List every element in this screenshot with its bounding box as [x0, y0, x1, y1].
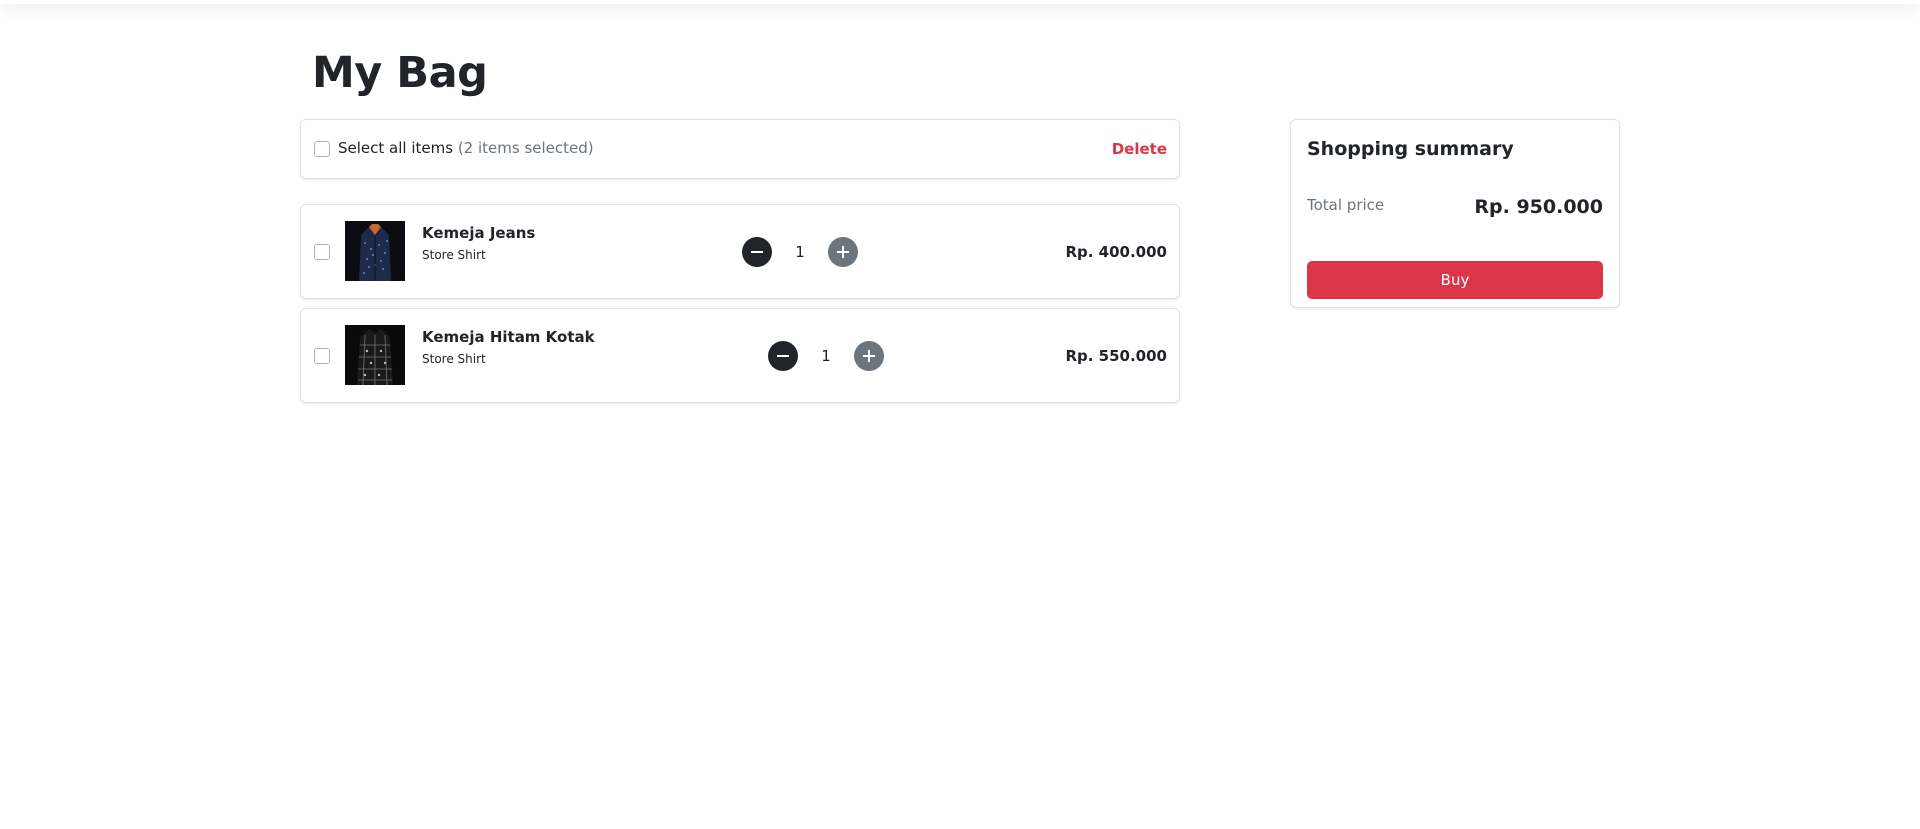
select-all-bar: Select all items (2 items selected) Dele…	[300, 119, 1180, 179]
item-price: Rp. 400.000	[1065, 243, 1167, 261]
page-title: My Bag	[312, 48, 488, 98]
item-store: Store Shirt	[422, 352, 486, 366]
total-price-value: Rp. 950.000	[1474, 196, 1603, 218]
minus-icon	[777, 355, 789, 357]
increase-quantity-button[interactable]	[854, 341, 884, 371]
product-image	[345, 325, 405, 385]
decrease-quantity-button[interactable]	[768, 341, 798, 371]
selected-count: (2 items selected)	[457, 139, 594, 157]
item-store: Store Shirt	[422, 248, 486, 262]
quantity-value: 1	[795, 243, 805, 261]
top-navbar-shadow	[0, 0, 1920, 4]
plus-icon	[837, 246, 849, 258]
item-checkbox[interactable]	[314, 244, 330, 260]
item-checkbox[interactable]	[314, 348, 330, 364]
item-name: Kemeja Hitam Kotak	[422, 328, 595, 346]
minus-icon	[751, 251, 763, 253]
item-name: Kemeja Jeans	[422, 224, 536, 242]
decrease-quantity-button[interactable]	[742, 237, 772, 267]
item-price: Rp. 550.000	[1065, 347, 1167, 365]
select-all-checkbox[interactable]	[314, 141, 330, 157]
select-all-text: Select all items	[338, 139, 454, 157]
cart-item: Kemeja Hitam Kotak Store Shirt 1 Rp. 550…	[300, 308, 1180, 403]
shopping-summary-card: Shopping summary Total price Rp. 950.000…	[1290, 119, 1620, 308]
delete-button[interactable]: Delete	[1112, 140, 1167, 158]
summary-title: Shopping summary	[1307, 138, 1514, 160]
total-price-label: Total price	[1307, 196, 1385, 214]
quantity-stepper: 1	[742, 237, 858, 267]
plus-icon	[863, 350, 875, 362]
quantity-value: 1	[821, 347, 831, 365]
quantity-stepper: 1	[768, 341, 884, 371]
cart-item: Kemeja Jeans Store Shirt 1 Rp. 400.000	[300, 204, 1180, 299]
buy-button[interactable]: Buy	[1307, 261, 1603, 299]
increase-quantity-button[interactable]	[828, 237, 858, 267]
select-all-label[interactable]: Select all items (2 items selected)	[338, 139, 594, 157]
product-image	[345, 221, 405, 281]
